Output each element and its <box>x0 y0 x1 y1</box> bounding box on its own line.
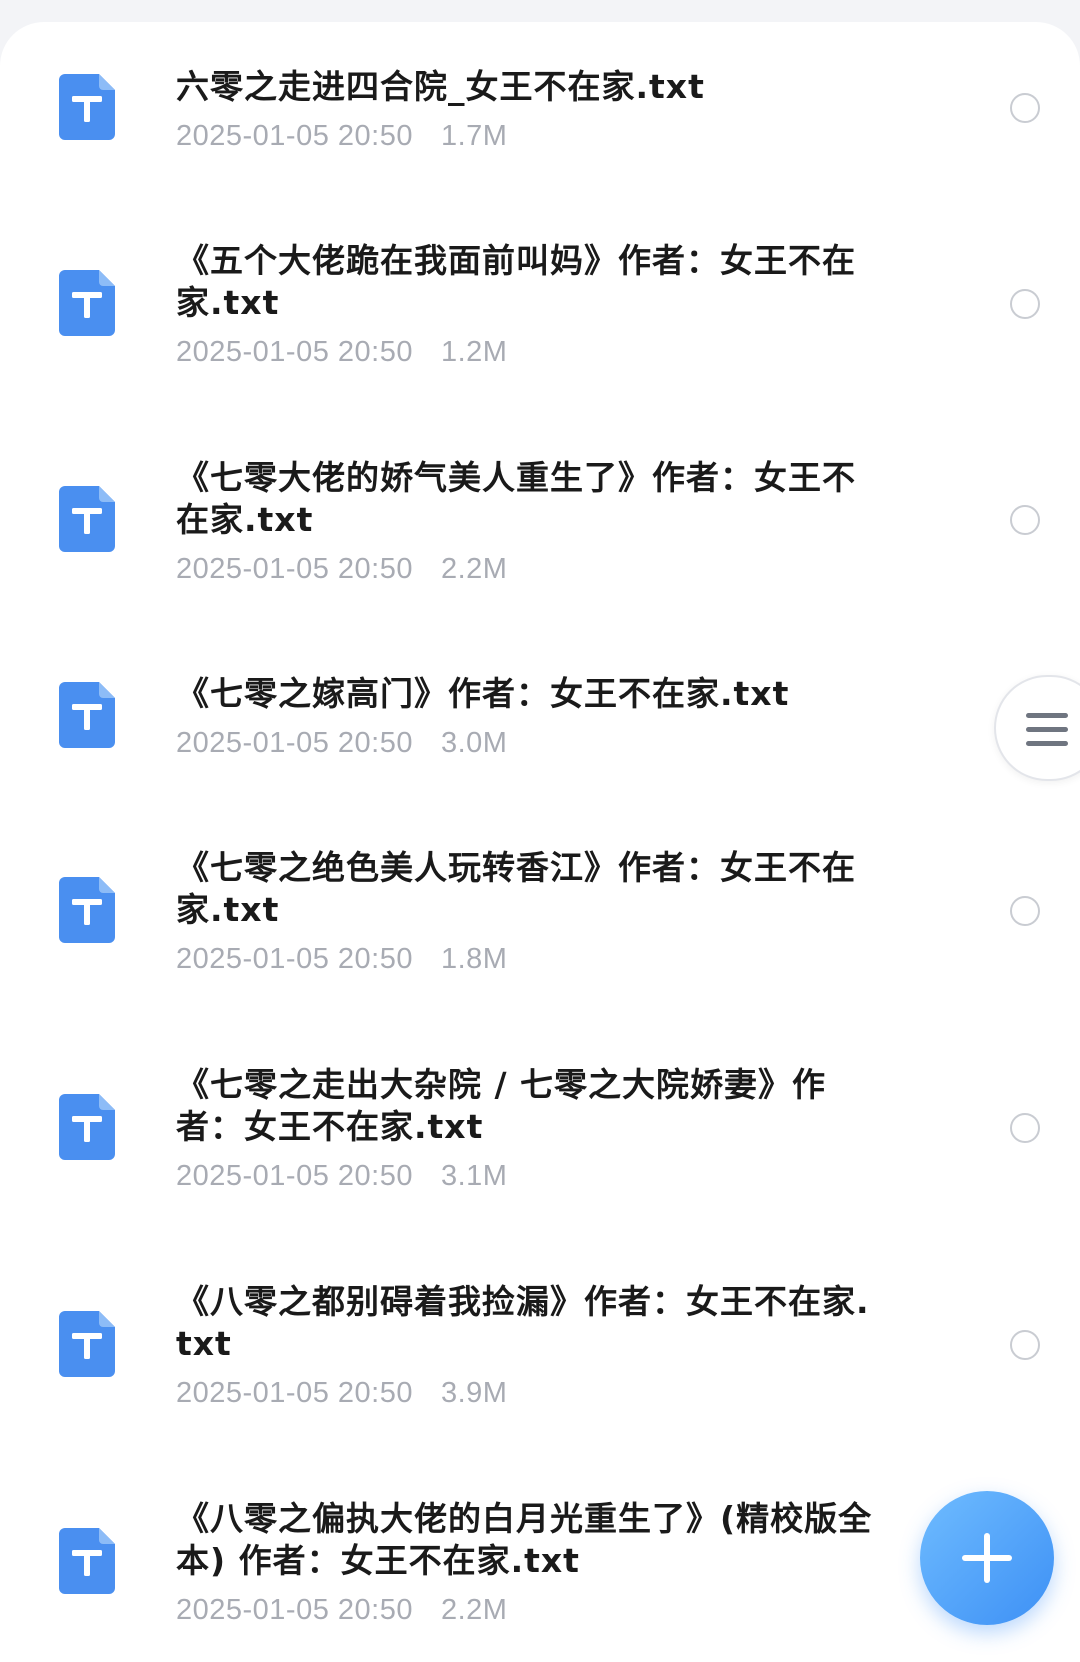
file-name: 《七零之嫁高门》作者：女王不在家.txt <box>176 674 790 713</box>
txt-file-icon <box>59 1528 115 1594</box>
file-size: 3.9M <box>440 1377 508 1409</box>
file-name: 《八零之偏执大佬的白月光重生了》(精校版全本) 作者：女王不在家.txt <box>176 1499 873 1580</box>
txt-file-icon <box>59 270 115 336</box>
txt-file-icon <box>59 1094 115 1160</box>
file-date: 2025-01-05 20:50 <box>176 727 413 759</box>
file-size: 3.1M <box>440 1160 508 1192</box>
txt-file-icon <box>59 74 115 140</box>
file-meta: 2025-01-05 20:50 3.9M <box>176 1375 876 1411</box>
select-radio[interactable] <box>1010 93 1040 123</box>
select-radio[interactable] <box>1010 289 1040 319</box>
file-size: 2.2M <box>440 1594 508 1626</box>
file-meta: 2025-01-05 20:50 1.2M <box>176 334 876 370</box>
file-name: 《七零之走出大杂院 / 七零之大院娇妻》作者：女王不在家.txt <box>176 1065 827 1146</box>
file-meta: 2025-01-05 20:50 2.2M <box>176 551 876 587</box>
txt-file-icon <box>59 682 115 748</box>
file-size: 2.2M <box>440 553 508 585</box>
file-date: 2025-01-05 20:50 <box>176 1377 413 1409</box>
file-name: 《七零大佬的娇气美人重生了》作者：女王不在家.txt <box>176 458 856 539</box>
select-radio[interactable] <box>1010 1330 1040 1360</box>
file-date: 2025-01-05 20:50 <box>176 943 413 975</box>
file-size: 3.0M <box>440 727 508 759</box>
add-button[interactable] <box>920 1491 1054 1625</box>
file-name: 六零之走进四合院_女王不在家.txt <box>176 67 705 106</box>
file-meta: 2025-01-05 20:50 1.8M <box>176 941 876 977</box>
file-meta: 2025-01-05 20:50 3.1M <box>176 1158 876 1194</box>
file-name: 《五个大佬跪在我面前叫妈》作者：女王不在家.txt <box>176 241 856 322</box>
file-size: 1.8M <box>440 943 508 975</box>
file-date: 2025-01-05 20:50 <box>176 336 413 368</box>
select-radio[interactable] <box>1010 1113 1040 1143</box>
txt-file-icon <box>59 1311 115 1377</box>
file-date: 2025-01-05 20:50 <box>176 120 413 152</box>
txt-file-icon <box>59 486 115 552</box>
file-date: 2025-01-05 20:50 <box>176 1594 413 1626</box>
select-radio[interactable] <box>1010 896 1040 926</box>
file-size: 1.7M <box>440 120 508 152</box>
txt-file-icon <box>59 877 115 943</box>
file-name: 《八零之都别碍着我捡漏》作者：女王不在家.txt <box>176 1282 870 1363</box>
file-size: 1.2M <box>440 336 508 368</box>
file-meta: 2025-01-05 20:50 2.2M <box>176 1592 876 1628</box>
file-meta: 2025-01-05 20:50 3.0M <box>176 725 876 761</box>
file-name: 《七零之绝色美人玩转香江》作者：女王不在家.txt <box>176 848 856 929</box>
select-radio[interactable] <box>1010 505 1040 535</box>
file-meta: 2025-01-05 20:50 1.7M <box>176 118 876 154</box>
file-date: 2025-01-05 20:50 <box>176 553 413 585</box>
file-date: 2025-01-05 20:50 <box>176 1160 413 1192</box>
